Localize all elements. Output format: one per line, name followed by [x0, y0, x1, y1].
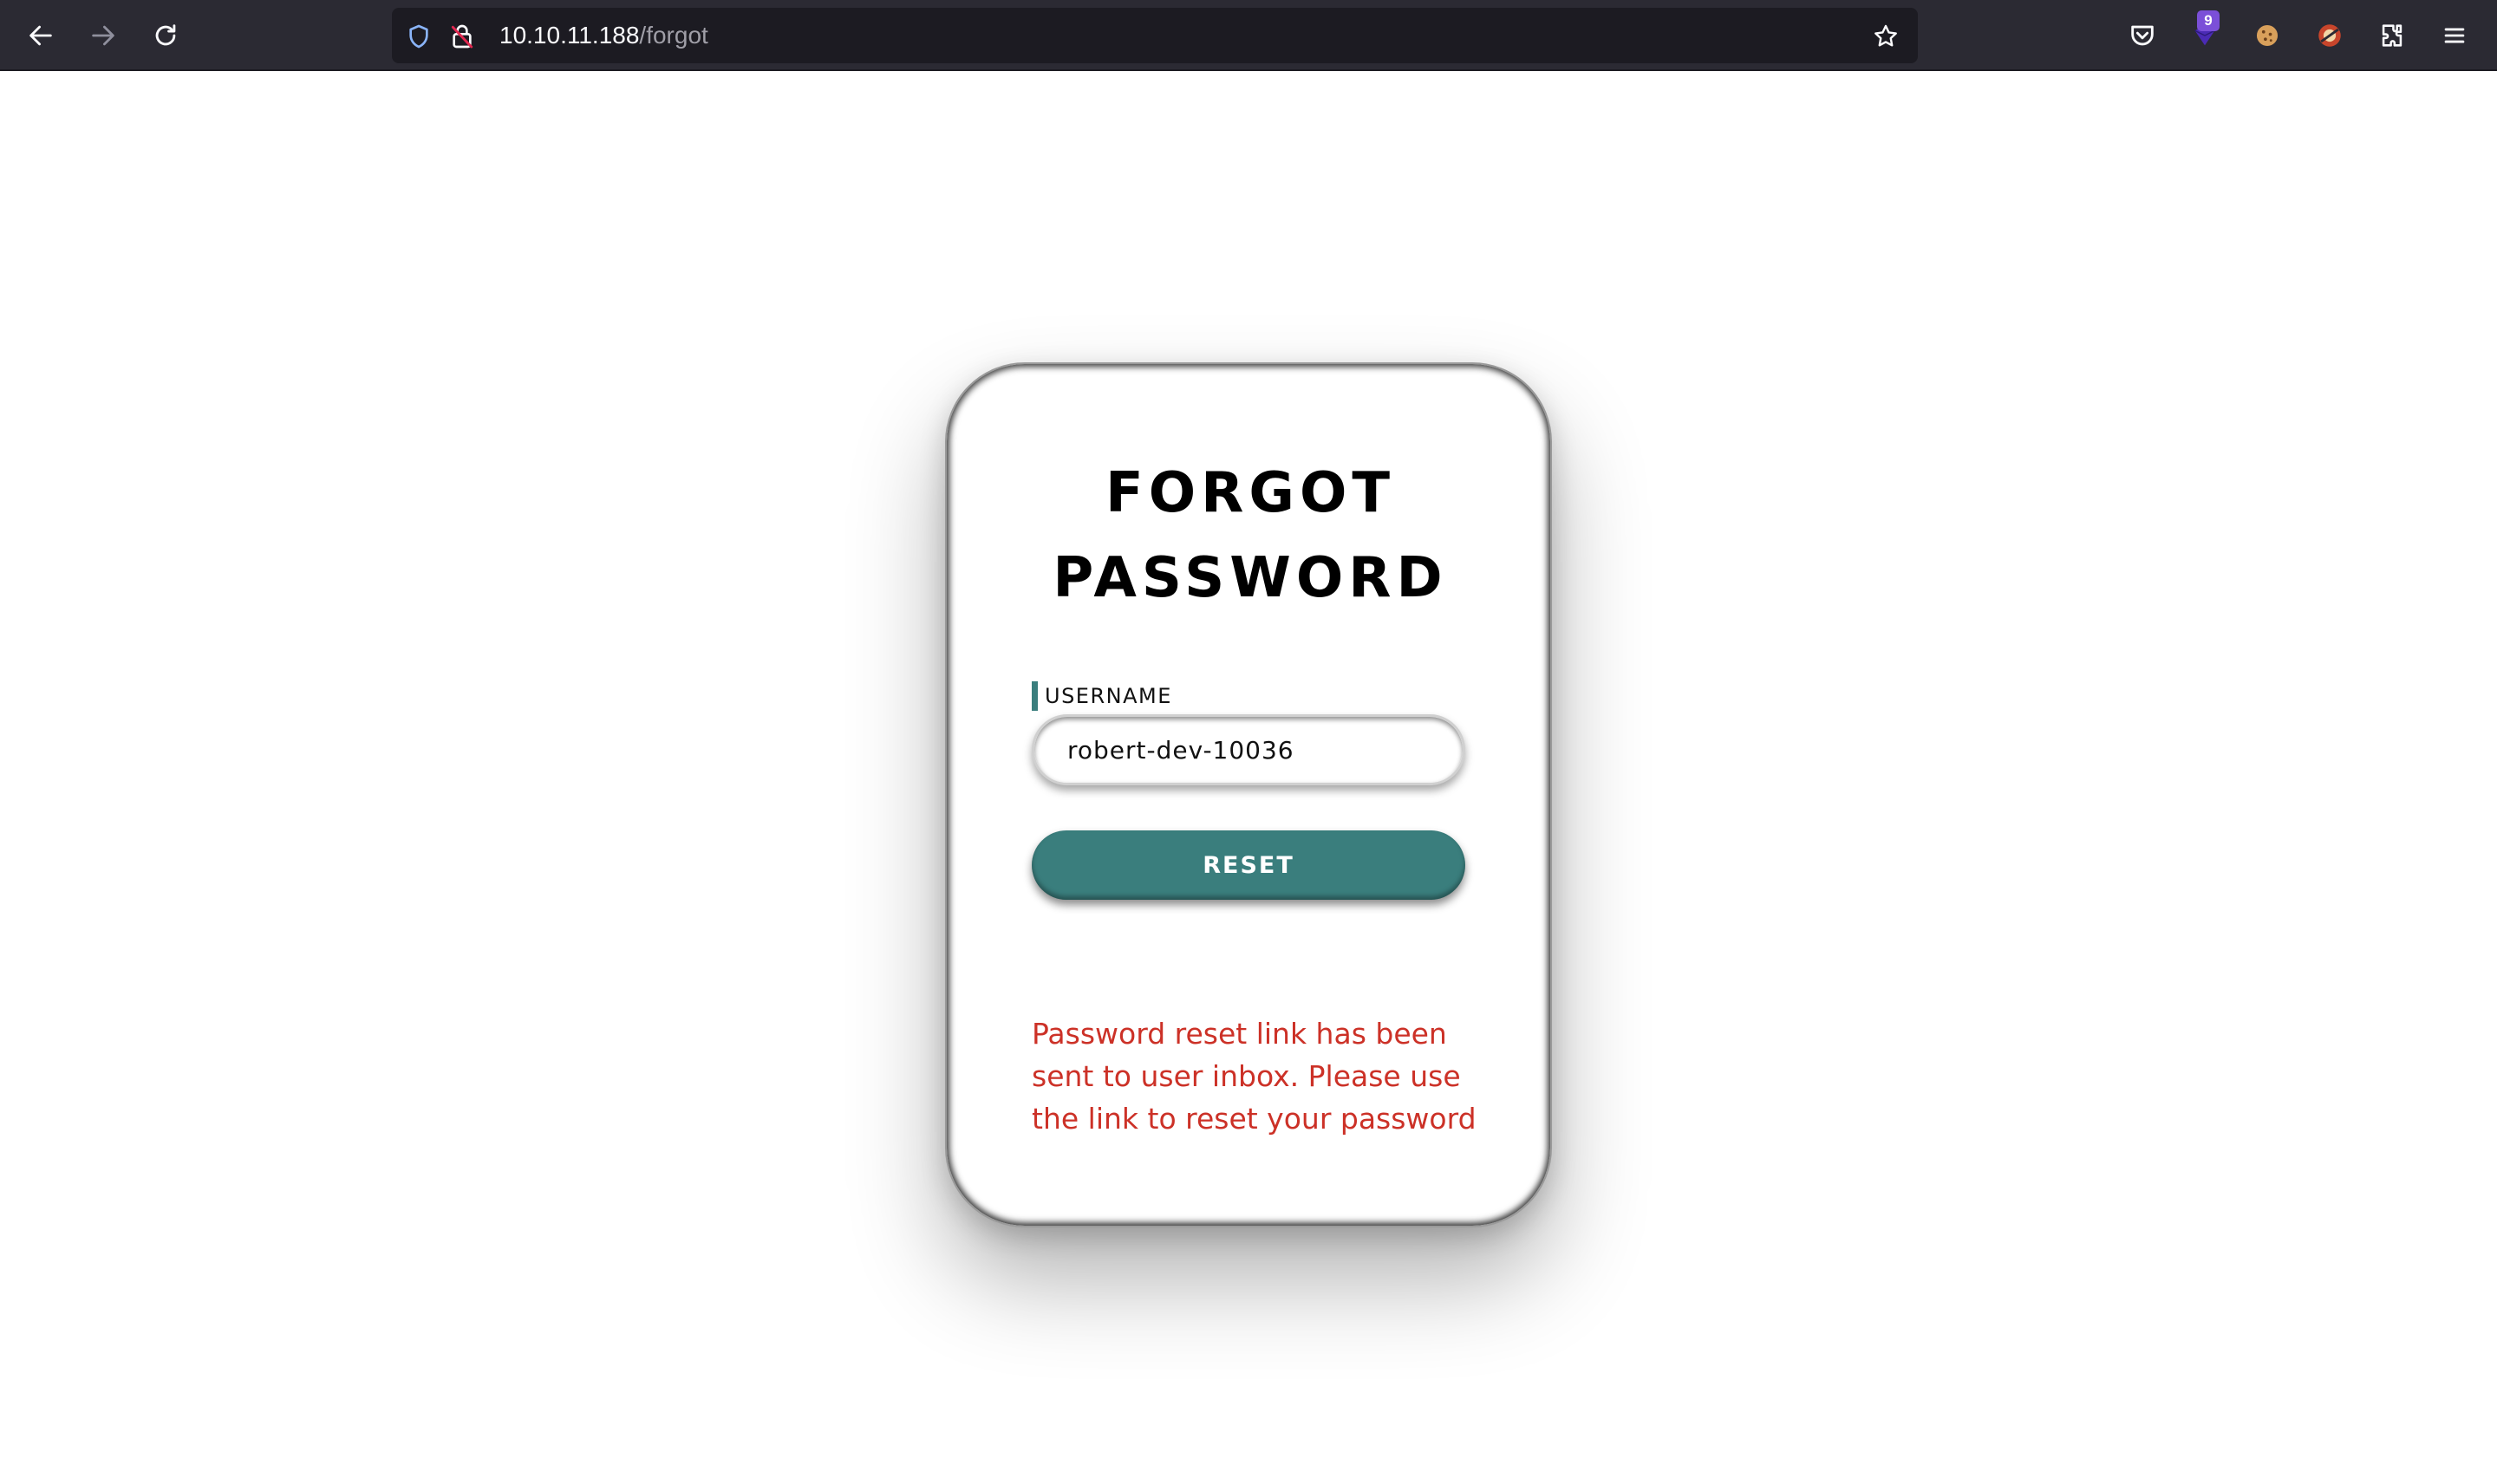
reload-button[interactable] [146, 16, 186, 55]
reload-icon [155, 24, 176, 46]
extensions-puzzle-icon[interactable] [2372, 16, 2412, 55]
pocket-icon[interactable] [2122, 16, 2162, 55]
tracking-protection-shield-icon[interactable] [404, 22, 434, 51]
status-message: Password reset link has been sent to use… [1032, 1017, 1477, 1136]
hamburger-menu-icon[interactable] [2435, 16, 2474, 55]
back-button[interactable] [21, 16, 61, 55]
forward-arrow-icon [92, 25, 114, 46]
browser-toolbar: 10.10.11.188/forgot 9 [0, 0, 2497, 71]
username-label-text: USERNAME [1045, 684, 1172, 708]
page-title-line1: FORGOT [1105, 461, 1395, 525]
address-bar[interactable]: 10.10.11.188/forgot [392, 8, 1918, 63]
forward-button[interactable] [83, 16, 123, 55]
hacktools-extension-icon[interactable] [2310, 16, 2350, 55]
url-host: 10.10.11.188 [499, 22, 640, 49]
username-label: USERNAME [1032, 681, 1172, 711]
forgot-password-card: FORGOT PASSWORD USERNAME RESET Password … [945, 362, 1552, 1227]
extension-badge: 9 [2197, 10, 2220, 31]
insecure-lock-icon[interactable] [447, 22, 477, 51]
username-input[interactable] [1032, 714, 1465, 785]
label-accent-bar [1032, 681, 1038, 711]
page-title-line2: PASSWORD [1053, 546, 1448, 610]
url-path: /forgot [639, 22, 708, 49]
cookie-icon[interactable] [2247, 16, 2287, 55]
bookmark-star-icon[interactable] [1871, 22, 1900, 51]
url-text[interactable]: 10.10.11.188/forgot [499, 20, 708, 51]
back-arrow-icon [29, 25, 52, 46]
reset-button[interactable]: RESET [1032, 830, 1465, 900]
